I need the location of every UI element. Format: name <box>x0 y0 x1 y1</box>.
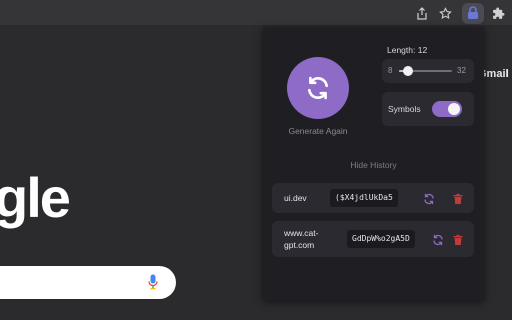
history-site: ui.dev <box>284 193 307 203</box>
hide-history-link[interactable]: Hide History <box>263 160 484 170</box>
symbols-label: Symbols <box>388 104 421 114</box>
regenerate-icon[interactable] <box>423 192 435 205</box>
length-slider-card: 8 32 <box>382 59 474 83</box>
browser-toolbar <box>0 0 512 26</box>
google-logo: gle <box>0 166 71 229</box>
history-password[interactable]: GdDpW%o2gA5D <box>347 230 415 248</box>
generate-again-button[interactable] <box>287 57 349 119</box>
history-row: www.cat-gpt.com GdDpW%o2gA5D <box>272 221 474 257</box>
regenerate-icon[interactable] <box>432 233 444 246</box>
generate-again-label: Generate Again <box>288 126 348 136</box>
password-generator-popup: Generate Again Length: 12 8 32 Symbols H… <box>263 27 484 300</box>
symbols-toggle[interactable] <box>432 101 462 117</box>
images-link[interactable]: I <box>506 68 509 80</box>
slider-min-label: 8 <box>388 66 393 75</box>
history-password[interactable]: ($X4jdlUkDa5 <box>330 189 398 207</box>
history-site: www.cat-gpt.com <box>284 228 319 250</box>
extension-lock-icon[interactable] <box>462 3 484 24</box>
mic-icon[interactable] <box>148 274 158 295</box>
history-row: ui.dev ($X4jdlUkDa5 <box>272 183 474 213</box>
symbols-card: Symbols <box>382 92 474 126</box>
length-label: Length: 12 <box>387 45 428 55</box>
share-icon[interactable] <box>414 5 430 21</box>
slider-thumb[interactable] <box>402 66 413 76</box>
star-icon[interactable] <box>437 5 453 21</box>
puzzle-icon[interactable] <box>490 5 506 21</box>
slider-max-label: 32 <box>457 66 466 75</box>
trash-icon[interactable] <box>452 233 464 245</box>
length-slider[interactable] <box>399 66 452 76</box>
toggle-knob <box>448 103 460 115</box>
refresh-icon <box>308 76 328 100</box>
trash-icon[interactable] <box>452 192 464 204</box>
